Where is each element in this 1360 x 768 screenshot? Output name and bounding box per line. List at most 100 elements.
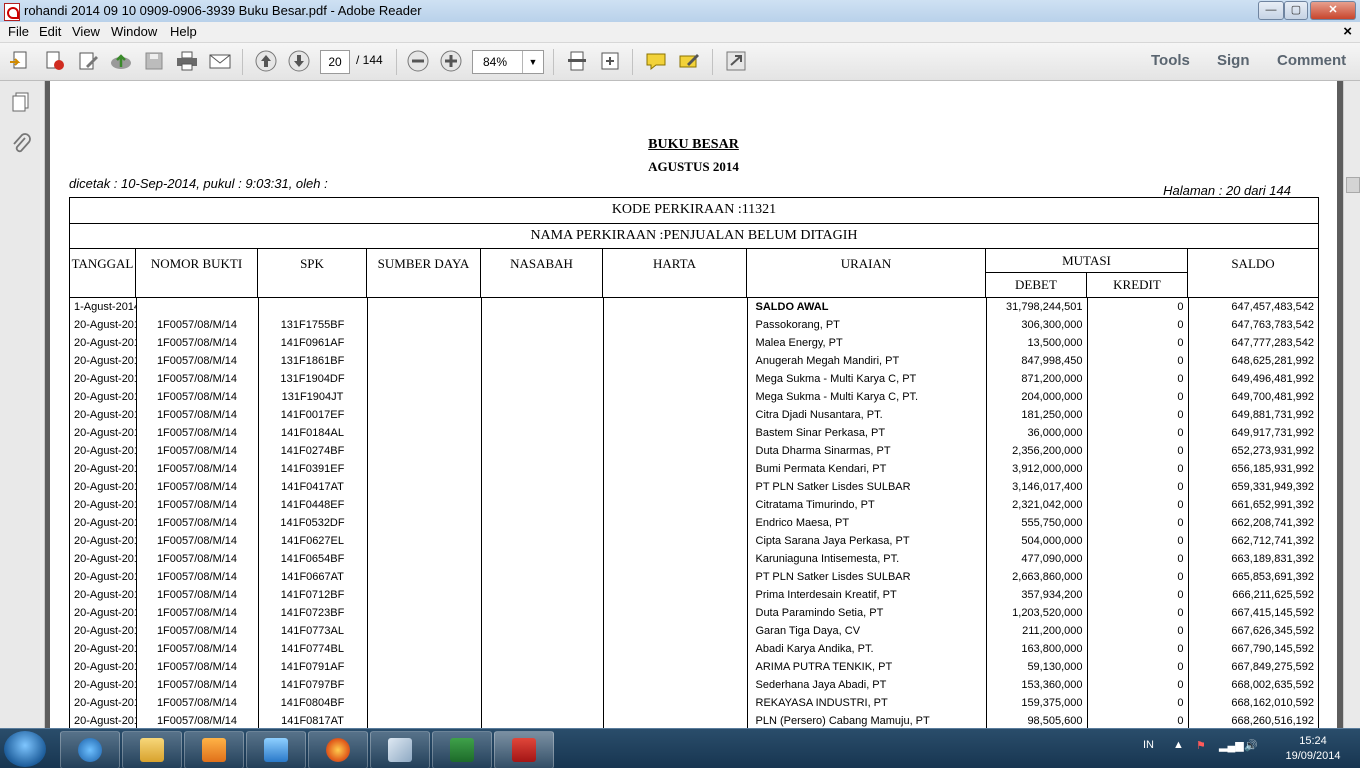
table-cell: 665,853,691,392 [1231,571,1314,583]
taskbar-internet-explorer[interactable] [60,731,120,768]
table-cell: 555,750,000 [986,514,1088,532]
scrollbar-thumb[interactable] [1346,177,1360,193]
volume-icon[interactable]: 🔊 [1244,739,1258,752]
doc-period: AGUSTUS 2014 [648,159,739,174]
taskbar-explorer[interactable] [122,731,182,768]
table-cell: 31,798,244,501 [986,298,1088,316]
sticky-note-icon[interactable] [644,50,668,72]
pdf-page: BUKU BESAR AGUSTUS 2014 dicetak : 10-Sep… [50,81,1337,728]
fit-width-icon[interactable] [598,50,622,72]
taskbar-firefox[interactable] [308,731,368,768]
table-row: 20-Agust-20141F0057/08/M/14131F1904DF Meg… [70,370,1318,388]
table-cell: 1F0057/08/M/14 [136,496,259,514]
table-cell: 98,505,600 [986,712,1088,728]
table-row: 20-Agust-20141F0057/08/M/14141F0627EL Cip… [70,532,1318,550]
toolbar: 20 / 144 84% ▼ Tools Sign Comment [0,43,1360,81]
action-center-flag-icon[interactable]: ⚑ [1196,739,1206,752]
table-row: 20-Agust-20141F0057/08/M/14141F0804BF REK… [70,694,1318,712]
table-cell [603,658,748,676]
table-cell [481,568,604,586]
taskbar-ie-window[interactable] [246,731,306,768]
col-tanggal: TANGGAL [70,249,136,297]
upload-cloud-icon[interactable] [109,50,133,72]
table-cell: 20-Agust-2014 [70,586,137,604]
col-saldo: SALDO [1231,256,1275,271]
next-page-icon[interactable] [287,50,311,72]
maximize-button[interactable]: ▢ [1284,1,1308,20]
close-button[interactable]: ✕ [1310,1,1356,20]
email-icon[interactable] [208,50,232,72]
highlight-icon[interactable] [677,50,701,72]
previous-page-icon[interactable] [254,50,278,72]
zoom-out-icon[interactable] [406,50,430,72]
col-uraian: URAIAN [747,249,986,297]
taskbar-adobe-reader[interactable] [494,731,554,768]
table-cell: 1F0057/08/M/14 [136,568,259,586]
taskbar-excel[interactable] [432,731,492,768]
create-pdf-icon[interactable] [8,50,32,72]
document-close-icon[interactable]: × [1343,23,1352,40]
page-total: / 144 [356,53,383,67]
table-cell [603,712,748,728]
table-cell: Bumi Permata Kendari, PT [747,460,987,478]
table-cell: 0 [1087,406,1189,424]
start-button[interactable] [4,731,46,767]
menu-view[interactable]: View [72,24,100,39]
menu-help[interactable]: Help [170,24,197,39]
table-cell: 647,457,483,542 [1231,301,1314,313]
menu-file[interactable]: File [8,24,29,39]
table-cell: 0 [1087,676,1189,694]
edit-document-icon[interactable] [76,50,100,72]
table-cell: 0 [1087,640,1189,658]
table-cell: 1F0057/08/M/14 [136,442,259,460]
page-number-input[interactable]: 20 [320,50,350,74]
col-kredit: KREDIT [1087,273,1188,297]
menu-window[interactable]: Window [111,24,157,39]
table-cell [603,424,748,442]
comment-panel-button[interactable]: Comment [1277,52,1346,69]
minimize-button[interactable]: — [1258,1,1284,20]
table-cell: 141F0184AL [258,424,368,442]
table-cell [603,586,748,604]
table-cell: Duta Paramindo Setia, PT [747,604,987,622]
table-cell [603,622,748,640]
language-indicator[interactable]: IN [1143,739,1154,751]
table-cell: 204,000,000 [986,388,1088,406]
table-cell [603,352,748,370]
menu-edit[interactable]: Edit [39,24,61,39]
print-icon[interactable] [175,50,199,72]
network-signal-icon[interactable]: ▂▄▆ [1219,739,1244,752]
table-cell: 141F0961AF [258,334,368,352]
table-cell: 20-Agust-2014 [70,676,137,694]
media-player-icon [202,738,226,762]
attachments-paperclip-icon[interactable] [10,133,32,155]
document-viewer[interactable]: BUKU BESAR AGUSTUS 2014 dicetak : 10-Sep… [45,81,1343,728]
table-cell [481,442,604,460]
system-clock[interactable]: 15:24 19/09/2014 [1278,734,1348,764]
sign-panel-button[interactable]: Sign [1217,52,1250,69]
convert-pdf-icon[interactable] [42,50,66,72]
fit-page-icon[interactable] [565,50,589,72]
table-cell [481,514,604,532]
table-row: 20-Agust-20141F0057/08/M/14141F0184AL Bas… [70,424,1318,442]
table-cell: Citratama Timurindo, PT [747,496,987,514]
table-cell: 2,321,042,000 [986,496,1088,514]
taskbar-notes[interactable] [370,731,430,768]
table-cell [258,298,368,316]
taskbar-media-player[interactable] [184,731,244,768]
tools-panel-button[interactable]: Tools [1151,52,1190,69]
zoom-select[interactable]: 84% ▼ [472,50,544,74]
table-cell: 666,211,625,592 [1232,589,1314,601]
show-hidden-icons-icon[interactable]: ▲ [1173,739,1184,751]
zoom-in-icon[interactable] [439,50,463,72]
table-row: 20-Agust-20141F0057/08/M/14141F0773AL Gar… [70,622,1318,640]
table-cell: 647,777,283,542 [1231,337,1314,349]
full-screen-icon[interactable] [724,50,748,72]
table-cell: 1F0057/08/M/14 [136,676,259,694]
page-thumbnails-icon[interactable] [10,91,32,113]
save-icon[interactable] [142,50,166,72]
vertical-scrollbar[interactable] [1343,81,1360,728]
chevron-down-icon[interactable]: ▼ [522,51,543,73]
col-debet: DEBET [986,273,1087,297]
table-cell: 141F0773AL [258,622,368,640]
